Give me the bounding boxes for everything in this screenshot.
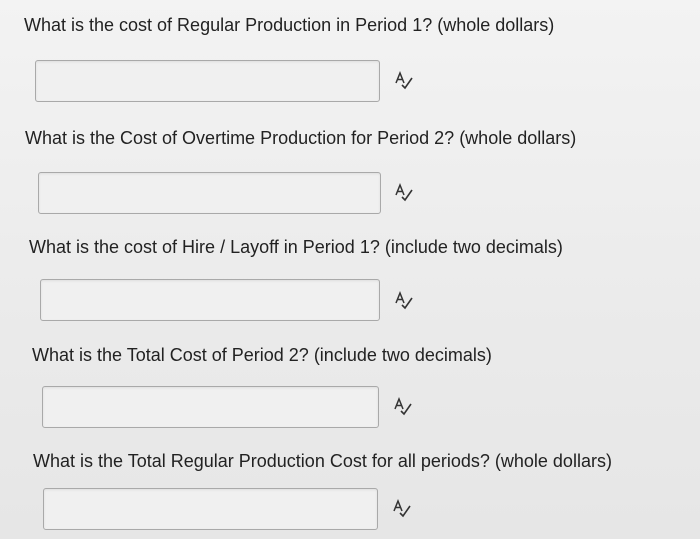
- question-1-answer-input[interactable]: [36, 61, 379, 101]
- question-1-answer-box[interactable]: [35, 60, 380, 102]
- question-2-label: What is the Cost of Overtime Production …: [25, 128, 577, 148]
- quiz-page: What is the cost of Regular Production i…: [0, 0, 700, 539]
- question-5-answer-input[interactable]: [44, 489, 377, 529]
- question-1-label: What is the cost of Regular Production i…: [24, 15, 555, 35]
- question-3-answer-input[interactable]: [41, 280, 379, 320]
- question-4-label: What is the Total Cost of Period 2? (inc…: [32, 345, 492, 365]
- question-2-answer-box[interactable]: [38, 172, 381, 214]
- spellcheck-icon[interactable]: [391, 498, 413, 520]
- question-3-label: What is the cost of Hire / Layoff in Per…: [29, 237, 563, 257]
- question-4-answer-box[interactable]: [42, 386, 379, 428]
- question-2-answer-input[interactable]: [39, 173, 380, 213]
- question-3-answer-box[interactable]: [40, 279, 380, 321]
- question-5-label: What is the Total Regular Production Cos…: [33, 451, 612, 471]
- spellcheck-icon[interactable]: [392, 396, 414, 418]
- spellcheck-icon[interactable]: [393, 290, 415, 312]
- question-4-answer-input[interactable]: [43, 387, 378, 427]
- spellcheck-icon[interactable]: [393, 182, 415, 204]
- spellcheck-icon[interactable]: [393, 70, 415, 92]
- question-5-answer-box[interactable]: [43, 488, 378, 530]
